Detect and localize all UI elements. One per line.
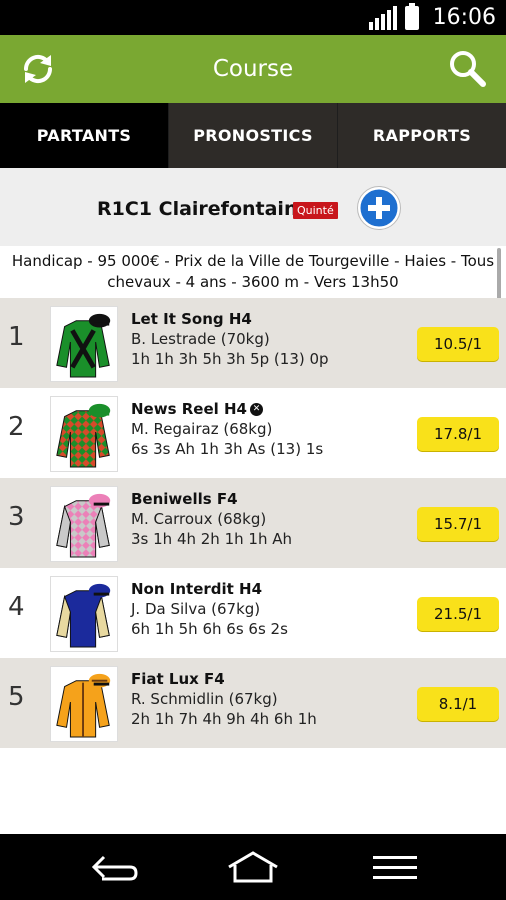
runner-row[interactable]: 5 Fiat Lux F4 R. Schmidlin (67kg) 2h 1h … [0,658,506,748]
tab-partants[interactable]: PARTANTS [0,103,168,168]
race-description-line1: Handicap - 95 000€ - Prix de la Ville de… [11,252,495,270]
tab-label: PARTANTS [36,126,132,145]
search-icon[interactable] [446,47,488,89]
add-button[interactable] [357,186,401,230]
odds-badge: 21.5/1 [417,597,499,631]
runner-jockey: J. Da Silva (67kg) [131,600,261,618]
runner-number: 1 [8,322,25,352]
runner-row[interactable]: 2 News Reel H4 ✕ M. Regairaz (68kg) 6s 3s… [0,388,506,478]
tab-bar: PARTANTS PRONOSTICS RAPPORTS [0,103,506,168]
runners-list: 1 Let It Song H4 B. Lestrade (70kg) 1h 1… [0,298,506,748]
signal-icon [368,5,397,30]
runner-name: Let It Song H4 [131,310,252,328]
odds-badge: 10.5/1 [417,327,499,361]
quinte-badge: Quinté [293,202,338,219]
jersey-icon [50,486,118,562]
tab-pronostics[interactable]: PRONOSTICS [168,103,337,168]
runner-name: News Reel H4 ✕ [131,400,263,418]
odds-badge: 15.7/1 [417,507,499,541]
runner-jockey: R. Schmidlin (67kg) [131,690,278,708]
tab-rapports[interactable]: RAPPORTS [337,103,506,168]
runner-number: 3 [8,502,25,532]
runner-row[interactable]: 3 Beniwells F4 M. Carroux (68kg) 3s 1h 4… [0,478,506,568]
runner-row[interactable]: 4 Non Interdit H4 J. Da Silva (67kg) 6h … [0,568,506,658]
runner-name: Beniwells F4 [131,490,238,508]
app-bar: Course [0,35,506,103]
runner-number: 5 [8,682,25,712]
runner-jockey: M. Regairaz (68kg) [131,420,273,438]
runner-jockey: M. Carroux (68kg) [131,510,267,528]
home-icon[interactable] [223,847,283,887]
runner-number: 2 [8,412,25,442]
runner-name: Fiat Lux F4 [131,670,225,688]
menu-icon[interactable] [365,847,425,887]
runner-form: 3s 1h 4h 2h 1h 1h Ah [131,530,292,548]
non-runner-icon: ✕ [250,403,263,416]
battery-icon [404,2,419,30]
back-icon[interactable] [82,847,142,887]
runner-row[interactable]: 1 Let It Song H4 B. Lestrade (70kg) 1h 1… [0,298,506,388]
tab-label: RAPPORTS [372,126,472,145]
race-title: R1C1 Clairefontaine [97,198,311,220]
tab-label: PRONOSTICS [193,126,313,145]
race-header: R1C1 Clairefontaine Quinté [0,168,506,246]
race-description-line2: chevaux - 4 ans - 3600 m - Vers 13h50 [107,273,399,291]
clock: 16:06 [432,5,496,30]
runner-jockey: B. Lestrade (70kg) [131,330,270,348]
odds-badge: 17.8/1 [417,417,499,451]
jersey-icon [50,576,118,652]
status-bar: 16:06 [0,0,506,35]
jersey-icon [50,306,118,382]
jersey-icon [50,396,118,472]
runner-form: 2h 1h 7h 4h 9h 4h 6h 1h [131,710,317,728]
page-title: Course [212,56,294,82]
jersey-icon [50,666,118,742]
navigation-bar [0,834,506,900]
runner-form: 6h 1h 5h 6h 6s 6s 2s [131,620,288,638]
runner-name: Non Interdit H4 [131,580,263,598]
runner-number: 4 [8,592,25,622]
runner-form: 1h 1h 3h 5h 3h 5p (13) 0p [131,350,329,368]
odds-badge: 8.1/1 [417,687,499,721]
runner-name-text: News Reel H4 [131,400,247,418]
race-description: Handicap - 95 000€ - Prix de la Ville de… [0,248,506,296]
runner-form: 6s 3s Ah 1h 3h As (13) 1s [131,440,324,458]
